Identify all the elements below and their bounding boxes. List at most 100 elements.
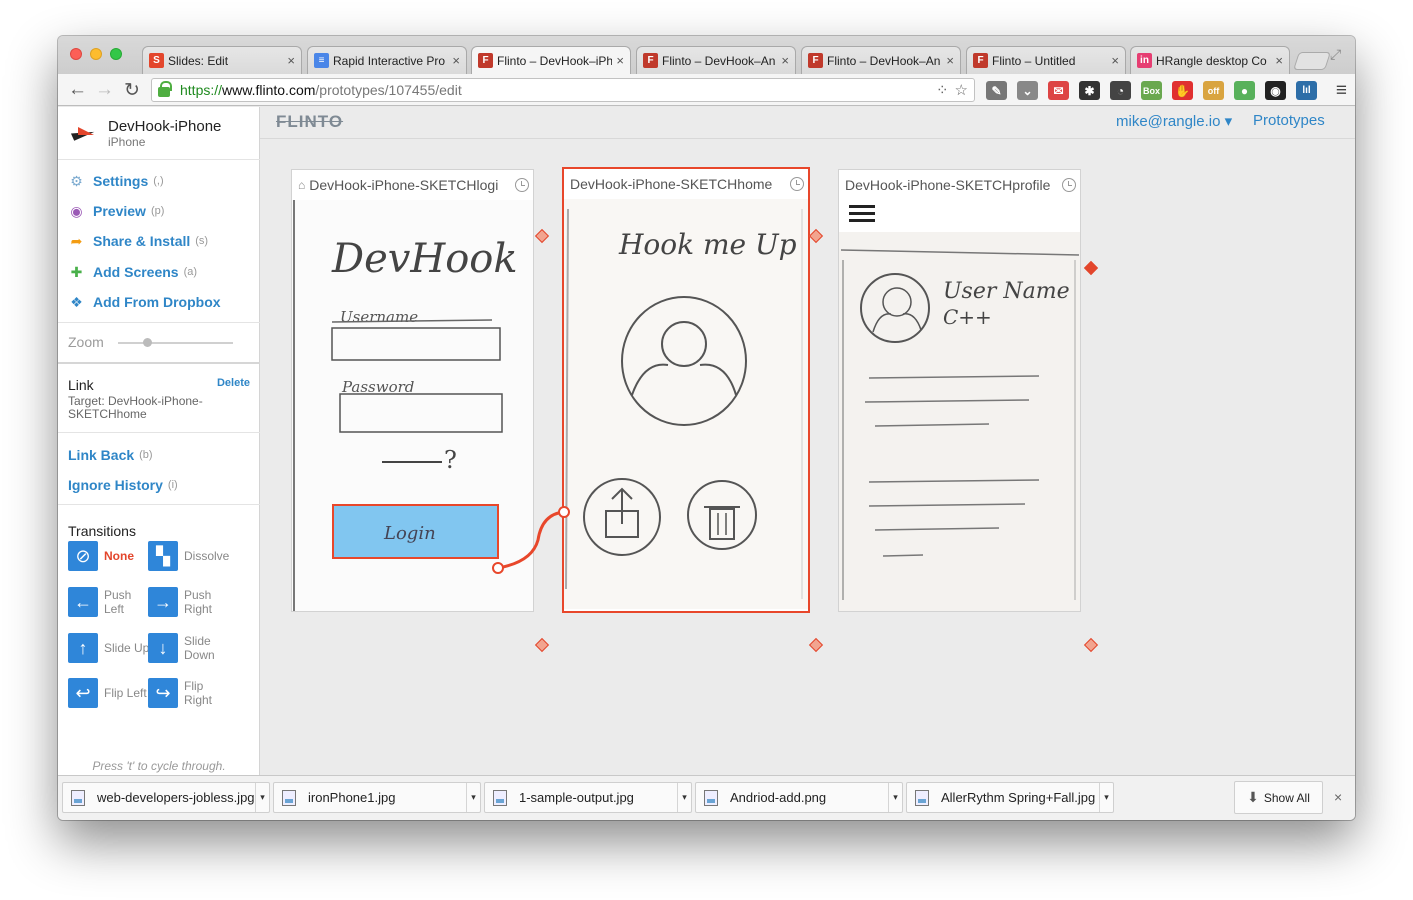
- address-bar[interactable]: https:// www.flinto.com /prototypes/1074…: [151, 78, 975, 102]
- bookmark-star-icon[interactable]: ☆: [955, 81, 968, 99]
- transition-slide-up[interactable]: ↑ Slide Up: [68, 633, 154, 663]
- dropdown-arrow-icon[interactable]: ▾: [255, 783, 269, 812]
- tab-close-icon[interactable]: ×: [616, 53, 624, 68]
- download-arrow-icon: ⬇: [1247, 789, 1259, 805]
- hamburger-menu-icon[interactable]: ≡: [1336, 80, 1347, 102]
- screen-flag-icon[interactable]: [534, 228, 550, 244]
- browser-tab[interactable]: in HRangle desktop Co ×: [1130, 46, 1290, 74]
- close-window-button[interactable]: [70, 48, 82, 60]
- browser-tab[interactable]: F Flinto – Untitled ×: [966, 46, 1126, 74]
- project-header: DevHook-iPhone iPhone: [58, 107, 260, 160]
- gmail-icon[interactable]: ✉: [1048, 81, 1069, 100]
- settings-menu-item[interactable]: ⚙ Settings (,): [68, 171, 163, 191]
- extension-icons: ✎ ⌄ ✉ ✱ ◔ Box ✋ off ● ◉ lıl: [986, 81, 1317, 100]
- adblock-icon[interactable]: ✋: [1172, 81, 1193, 100]
- transition-label: Slide Up: [104, 641, 150, 655]
- zoom-window-button[interactable]: [110, 48, 122, 60]
- link-back-button[interactable]: Link Back (b): [68, 445, 153, 465]
- back-arrow-icon[interactable]: ←: [68, 79, 87, 101]
- timer-icon[interactable]: ◔: [1110, 81, 1131, 100]
- browser-tab[interactable]: S Slides: Edit ×: [142, 46, 302, 74]
- download-item[interactable]: ironPhone1.jpg ▾: [273, 782, 481, 813]
- share-install-menu-item[interactable]: ➦ Share & Install (s): [68, 231, 208, 251]
- screen-name: DevHook-iPhone-SKETCHlogi: [309, 177, 499, 193]
- transition-none[interactable]: ⊘ None: [68, 541, 154, 571]
- extension-icon[interactable]: ✎: [986, 81, 1007, 100]
- browser-tab[interactable]: ≡ Rapid Interactive Pro ×: [307, 46, 467, 74]
- login-link-hotspot[interactable]: Login: [332, 504, 499, 559]
- link-connector[interactable]: [488, 502, 578, 582]
- flinto-favicon-icon: F: [973, 53, 988, 68]
- clock-icon[interactable]: [1062, 178, 1076, 192]
- zoom-slider-track[interactable]: [118, 342, 233, 344]
- screen-card-home[interactable]: DevHook-iPhone-SKETCHhome Hook me Up: [562, 167, 810, 613]
- browser-tab-active[interactable]: F Flinto – DevHook–iPh ×: [471, 46, 631, 74]
- fullscreen-icon[interactable]: ⤢: [1330, 46, 1341, 63]
- screen-flag-icon[interactable]: [808, 637, 824, 653]
- screen-flag-icon[interactable]: [1083, 637, 1099, 653]
- home-icon: ⌂: [298, 178, 306, 192]
- minimize-window-button[interactable]: [90, 48, 102, 60]
- stats-icon[interactable]: lıl: [1296, 81, 1317, 100]
- invision-favicon-icon: in: [1137, 53, 1152, 68]
- transition-dissolve[interactable]: ▚ Dissolve: [148, 541, 234, 571]
- download-item[interactable]: AllerRythm Spring+Fall.jpg ▾: [906, 782, 1114, 813]
- zoom-slider-handle[interactable]: [143, 338, 152, 347]
- ignore-history-button[interactable]: Ignore History (i): [68, 475, 178, 495]
- close-download-bar-icon[interactable]: ×: [1334, 789, 1342, 805]
- tab-strip: S Slides: Edit × ≡ Rapid Interactive Pro…: [58, 36, 1355, 74]
- download-item[interactable]: 1-sample-output.jpg ▾: [484, 782, 692, 813]
- transition-push-left[interactable]: ← Push Left: [68, 587, 154, 617]
- add-screens-menu-item[interactable]: ✚ Add Screens (a): [68, 262, 197, 282]
- sketch-user-skill: C++: [943, 305, 992, 329]
- tab-close-icon[interactable]: ×: [1275, 53, 1283, 68]
- settings-gear-icon[interactable]: ✱: [1079, 81, 1100, 100]
- download-filename: web-developers-jobless.jpg: [97, 790, 255, 805]
- screen-flag-icon[interactable]: [534, 637, 550, 653]
- clock-icon[interactable]: [515, 178, 529, 192]
- off-icon[interactable]: off: [1203, 81, 1224, 100]
- sketch-app-title: DevHook: [331, 236, 518, 282]
- colorpicker-icon[interactable]: ◉: [1265, 81, 1286, 100]
- transition-flip-right[interactable]: ↪ Flip Right: [148, 678, 234, 708]
- user-menu[interactable]: mike@rangle.io ▾: [1116, 112, 1232, 130]
- browser-tab[interactable]: F Flinto – DevHook–An ×: [636, 46, 796, 74]
- dropdown-arrow-icon[interactable]: ▾: [1099, 783, 1113, 812]
- tab-close-icon[interactable]: ×: [781, 53, 789, 68]
- boxon-icon[interactable]: Box: [1141, 81, 1162, 100]
- delete-link-button[interactable]: Delete: [217, 377, 250, 389]
- tab-close-icon[interactable]: ×: [452, 53, 460, 68]
- screen-flag-icon[interactable]: [1083, 260, 1099, 276]
- pocket-icon[interactable]: ⌄: [1017, 81, 1038, 100]
- dropdown-arrow-icon[interactable]: ▾: [888, 783, 902, 812]
- evernote-icon[interactable]: ●: [1234, 81, 1255, 100]
- screen-flag-icon[interactable]: [808, 228, 824, 244]
- reload-icon[interactable]: ↻: [124, 79, 140, 102]
- tab-close-icon[interactable]: ×: [1111, 53, 1119, 68]
- download-item[interactable]: Andriod-add.png ▾: [695, 782, 903, 813]
- show-all-downloads-button[interactable]: ⬇ Show All: [1234, 781, 1323, 814]
- tab-title: Flinto – DevHook–iPh: [497, 53, 613, 68]
- prototypes-link[interactable]: Prototypes: [1253, 112, 1325, 129]
- forward-arrow-icon[interactable]: →: [95, 79, 114, 101]
- new-tab-button[interactable]: [1293, 52, 1331, 70]
- dropdown-arrow-icon[interactable]: ▾: [466, 783, 480, 812]
- add-from-dropbox-menu-item[interactable]: ❖ Add From Dropbox: [68, 292, 220, 312]
- preview-menu-item[interactable]: ◉ Preview (p): [68, 201, 164, 221]
- transition-slide-down[interactable]: ↓ Slide Down: [148, 633, 234, 663]
- clock-icon[interactable]: [790, 177, 804, 191]
- location-icon[interactable]: ⁘: [936, 81, 949, 99]
- shortcut-key: (p): [150, 205, 165, 217]
- transitions-title: Transitions: [68, 523, 136, 539]
- transition-push-right[interactable]: → Push Right: [148, 587, 234, 617]
- tab-close-icon[interactable]: ×: [287, 53, 295, 68]
- dropdown-arrow-icon[interactable]: ▾: [677, 783, 691, 812]
- download-item[interactable]: web-developers-jobless.jpg ▾: [62, 782, 270, 813]
- transition-flip-left[interactable]: ↩ Flip Left: [68, 678, 154, 708]
- download-filename: Andriod-add.png: [730, 790, 827, 805]
- flinto-logo[interactable]: FLINTO: [276, 112, 343, 132]
- tab-close-icon[interactable]: ×: [946, 53, 954, 68]
- browser-tab[interactable]: F Flinto – DevHook–An ×: [801, 46, 961, 74]
- download-filename: ironPhone1.jpg: [308, 790, 396, 805]
- screen-card-profile[interactable]: DevHook-iPhone-SKETCHprofile User Name C…: [838, 169, 1081, 612]
